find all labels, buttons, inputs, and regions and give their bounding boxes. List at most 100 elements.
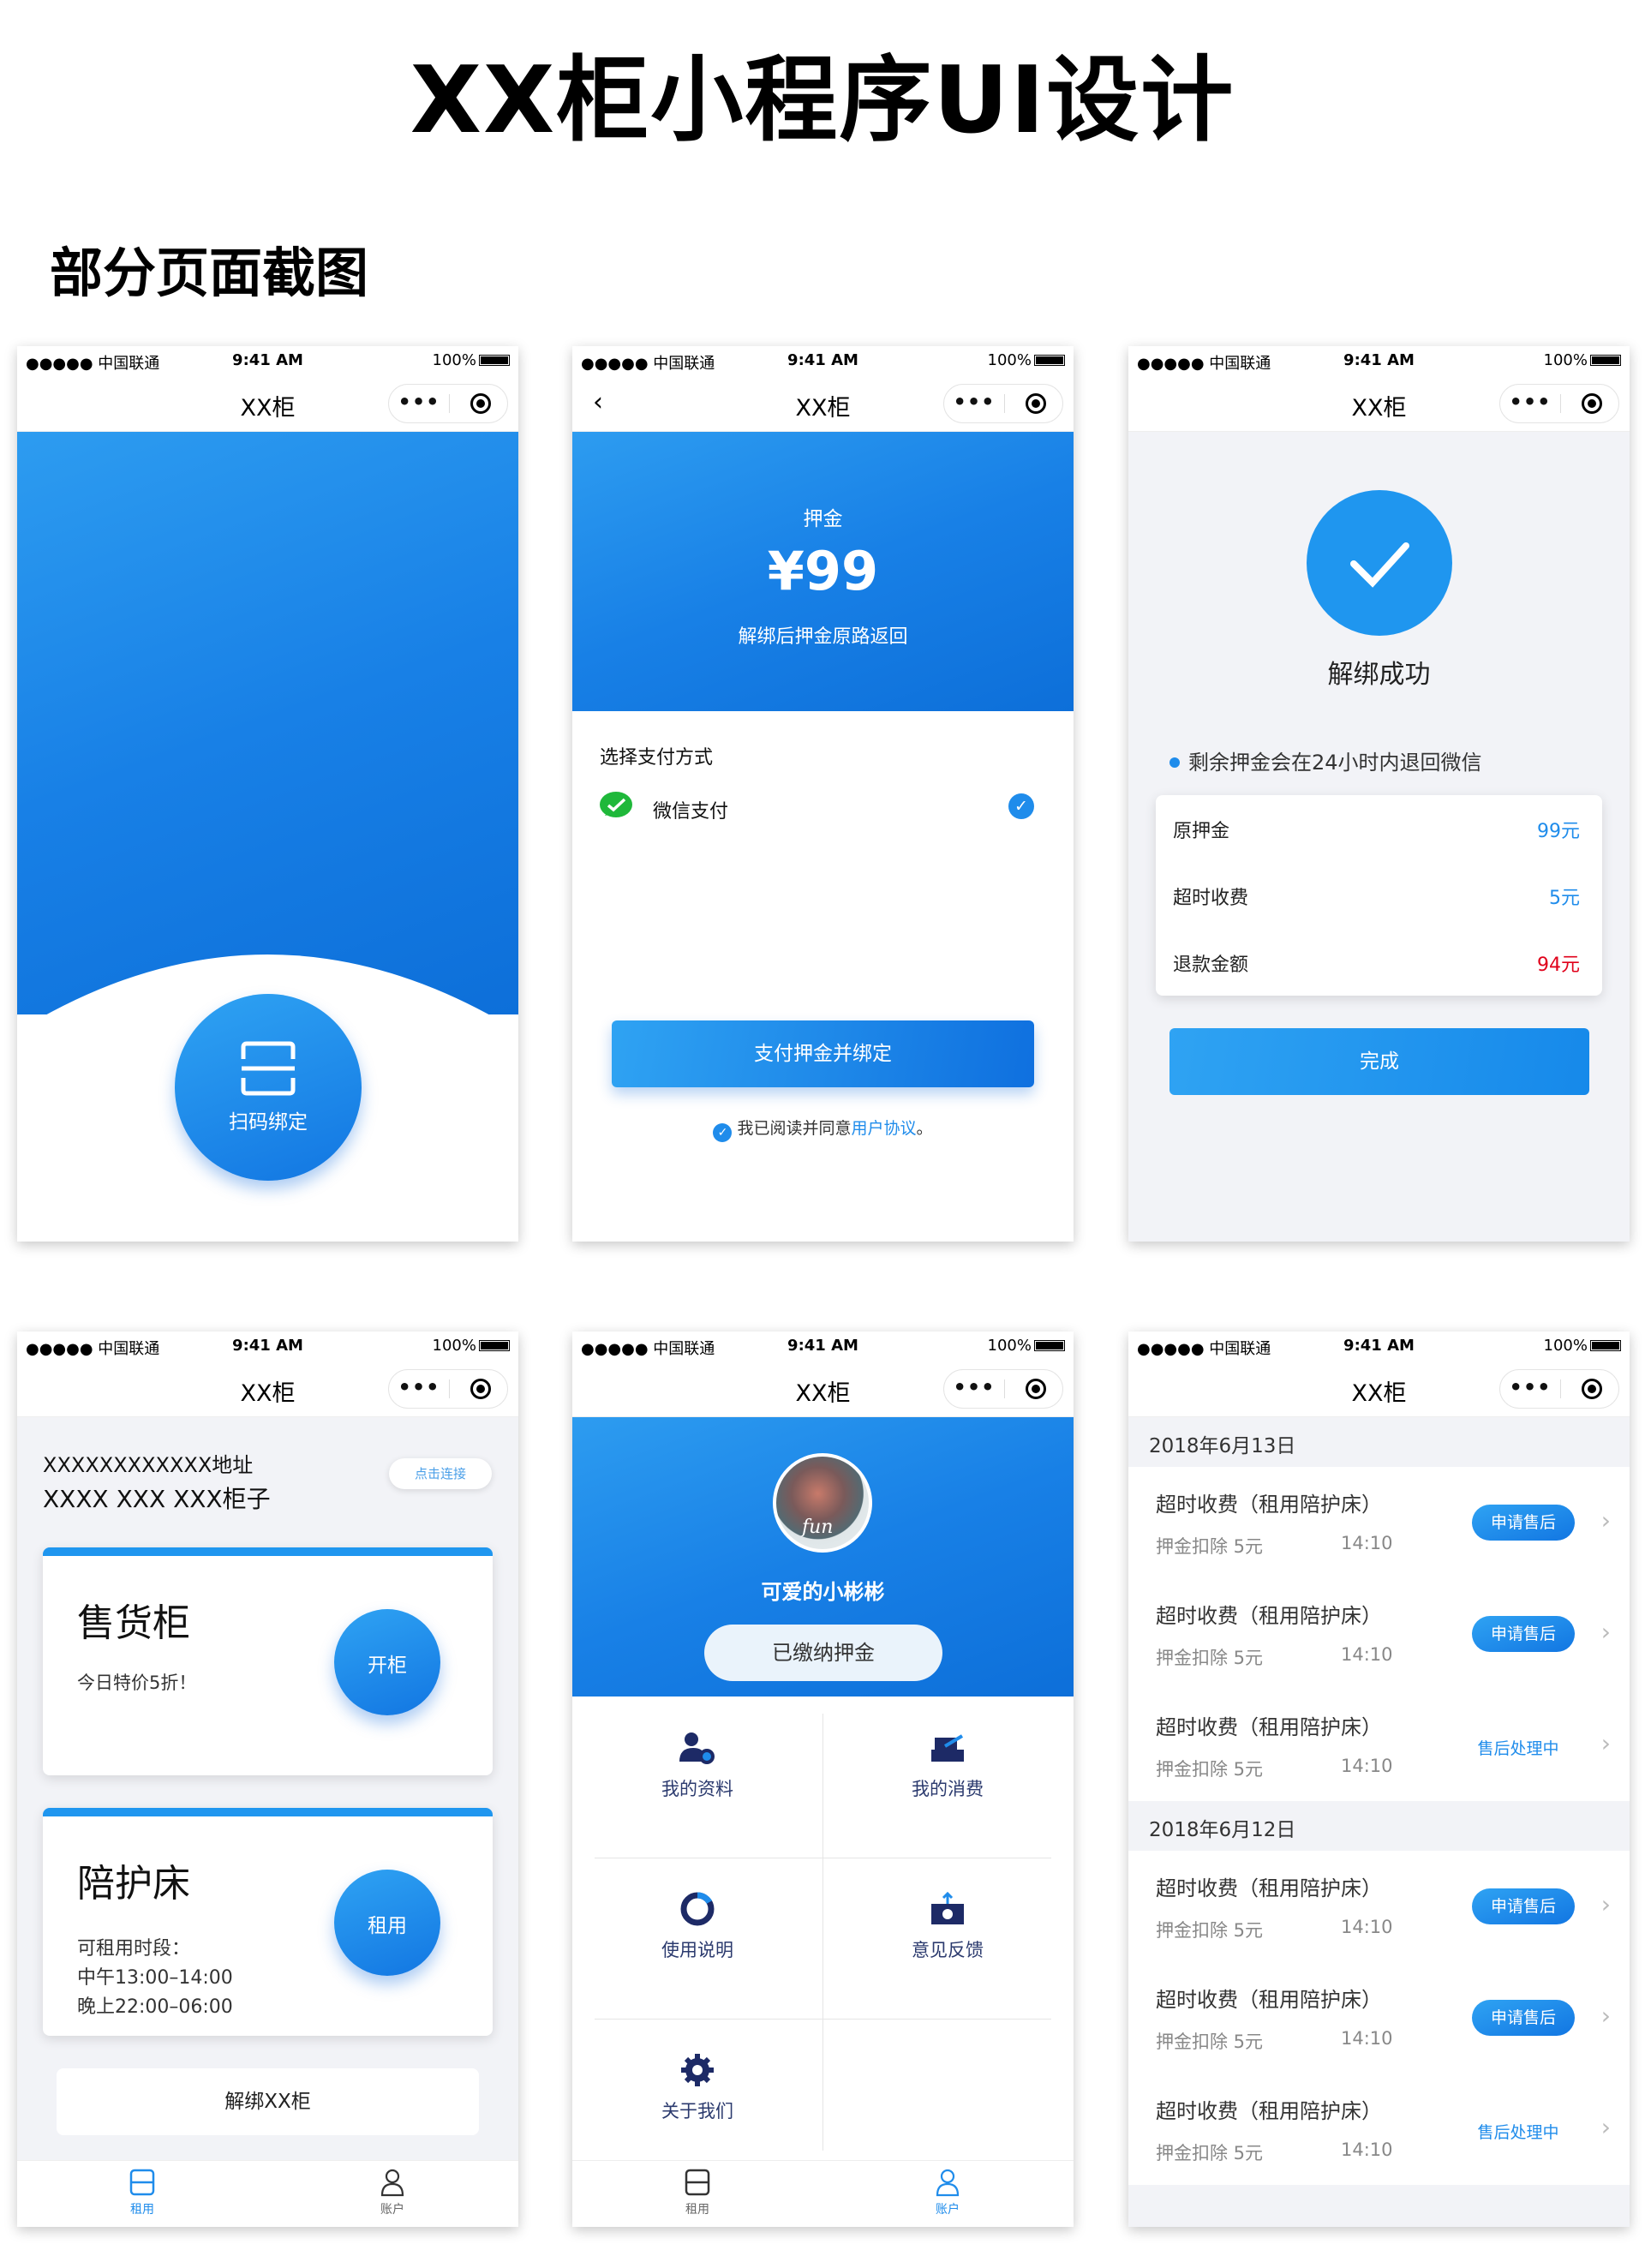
menu-feedback[interactable]: 意见反馈 [822, 1858, 1073, 2019]
address-line-1: XXXXXXXXXXXX地址 [43, 1453, 254, 1477]
note-dot [1169, 757, 1180, 768]
tab-rent[interactable]: 租用 [572, 2168, 822, 2217]
menu-about-us[interactable]: 关于我们 [572, 2019, 822, 2180]
screen-unbind-success: ●●●●● 中国联通 9:41 AM 100% XX柜 ••• 解绑成功 剩余押… [1128, 346, 1630, 1242]
agree-suffix: 。 [916, 1119, 933, 1138]
pay-method-title: 选择支付方式 [600, 747, 714, 769]
status-bar: ●●●●● 中国联通 9:41 AM 100% [572, 1331, 1074, 1361]
chevron-right-icon: › [1600, 2113, 1611, 2141]
more-menu-icon[interactable]: ••• [944, 1375, 1004, 1399]
hero-background [17, 432, 518, 1014]
more-menu-icon[interactable]: ••• [1500, 1375, 1560, 1399]
after-sales-button[interactable]: 申请售后 [1472, 1888, 1575, 1924]
after-sales-button[interactable]: 申请售后 [1472, 1616, 1575, 1652]
mini-program-capsule: ••• [1499, 384, 1619, 423]
menu-my-profile[interactable]: 我的资料 [572, 1697, 822, 1858]
menu-instructions[interactable]: 使用说明 [572, 1858, 822, 2019]
wechat-icon [600, 792, 632, 817]
battery-indicator: 100% [1544, 351, 1621, 369]
battery-icon [1590, 355, 1621, 366]
battery-indicator: 100% [433, 351, 510, 369]
nav-bar: XX柜 ••• [17, 375, 518, 432]
close-miniapp-icon[interactable] [1582, 393, 1602, 414]
wechat-pay-option[interactable]: 微信支付 ✓ [572, 783, 1074, 831]
order-row[interactable]: 超时收费（租用陪护床） 押金扣除 5元 14:10 售后处理中 › [1128, 1690, 1630, 1801]
feedback-icon [931, 1892, 964, 1924]
pay-and-bind-button[interactable]: 支付押金并绑定 [612, 1020, 1034, 1087]
order-deduction: 押金扣除 5元 [1156, 1920, 1264, 1941]
more-menu-icon[interactable]: ••• [944, 390, 1004, 414]
after-sales-button[interactable]: 申请售后 [1472, 2000, 1575, 2036]
tab-account[interactable]: 账户 [822, 2168, 1073, 2217]
menu-grid: 我的资料 我的消费 使用说明 意见反馈 关于我们 [572, 1697, 1074, 2151]
deposit-amount: ¥99 [767, 540, 879, 602]
close-miniapp-icon[interactable] [470, 1379, 491, 1399]
mini-program-capsule: ••• [388, 384, 508, 423]
more-menu-icon[interactable]: ••• [389, 1375, 449, 1399]
done-button[interactable]: 完成 [1169, 1028, 1589, 1095]
unbind-cabinet-button[interactable]: 解绑XX柜 [57, 2068, 479, 2135]
spending-icon [931, 1734, 964, 1762]
row-value: 99元 [1537, 821, 1580, 842]
scan-bind-label: 扫码绑定 [229, 1111, 308, 1134]
row-label: 原押金 [1173, 821, 1230, 842]
date-header: 2018年6月12日 [1128, 1801, 1630, 1851]
status-bar: ●●●●● 中国联通 9:41 AM 100% [572, 346, 1074, 375]
deposit-paid-badge[interactable]: 已缴纳押金 [704, 1625, 942, 1681]
refund-row: 超时收费 5元 [1156, 862, 1602, 929]
close-miniapp-icon[interactable] [470, 393, 491, 414]
order-row[interactable]: 超时收费（租用陪护床） 押金扣除 5元 14:10 申请售后 › [1128, 1578, 1630, 1690]
refund-row: 原押金 99元 [1156, 795, 1602, 862]
scan-bind-button[interactable]: 扫码绑定 [175, 994, 362, 1181]
order-time: 14:10 [1341, 1756, 1393, 1776]
rent-bed-button[interactable]: 租用 [334, 1870, 440, 1976]
tab-rent[interactable]: 租用 [17, 2168, 267, 2217]
menu-my-spending[interactable]: 我的消费 [822, 1697, 1073, 1858]
screen-cabinet-home: ●●●●● 中国联通 9:41 AM 100% XX柜 ••• XXXXXXXX… [17, 1331, 518, 2227]
order-title: 超时收费（租用陪护床） [1156, 1988, 1382, 2012]
chevron-right-icon: › [1600, 1618, 1611, 1646]
bed-line-3: 晚上22:00–06:00 [77, 1996, 233, 2018]
order-row[interactable]: 超时收费（租用陪护床） 押金扣除 5元 14:10 售后处理中 › [1128, 2074, 1630, 2185]
order-time: 14:10 [1341, 1533, 1393, 1553]
screen-account: ●●●●● 中国联通 9:41 AM 100% XX柜 ••• fun 可爱的小… [572, 1331, 1074, 2227]
order-deduction: 押金扣除 5元 [1156, 2143, 1264, 2163]
battery-icon [479, 1340, 510, 1351]
vending-desc: 今日特价5折！ [77, 1673, 197, 1693]
screen-pay-deposit: ●●●●● 中国联通 9:41 AM 100% ‹ XX柜 ••• 押金 ¥99… [572, 346, 1074, 1242]
order-row[interactable]: 超时收费（租用陪护床） 押金扣除 5元 14:10 申请售后 › [1128, 1962, 1630, 2074]
agree-checkbox-icon[interactable]: ✓ [713, 1123, 733, 1142]
order-time: 14:10 [1341, 2028, 1393, 2049]
close-miniapp-icon[interactable] [1026, 393, 1046, 414]
chevron-right-icon: › [1600, 1890, 1611, 1918]
chevron-right-icon: › [1600, 2002, 1611, 2030]
close-miniapp-icon[interactable] [1582, 1379, 1602, 1399]
order-row[interactable]: 超时收费（租用陪护床） 押金扣除 5元 14:10 申请售后 › [1128, 1467, 1630, 1578]
deposit-note: 解绑后押金原路返回 [738, 626, 908, 648]
status-bar: ●●●●● 中国联通 9:41 AM 100% [17, 346, 518, 375]
account-tab-icon [936, 2169, 960, 2197]
order-deduction: 押金扣除 5元 [1156, 2032, 1264, 2052]
nav-bar: XX柜 ••• [572, 1361, 1074, 1417]
avatar[interactable]: fun [773, 1453, 872, 1553]
tab-account[interactable]: 账户 [267, 2168, 517, 2217]
after-sales-status: 售后处理中 [1477, 2123, 1559, 2142]
order-time: 14:10 [1341, 1917, 1393, 1937]
order-time: 14:10 [1341, 2139, 1393, 2160]
success-text: 解绑成功 [1327, 660, 1431, 690]
username: 可爱的小彬彬 [761, 1580, 885, 1604]
profile-icon [679, 1732, 715, 1764]
user-agreement-link[interactable]: 用户协议 [851, 1119, 916, 1138]
battery-indicator: 100% [433, 1337, 510, 1355]
after-sales-button[interactable]: 申请售后 [1472, 1505, 1575, 1541]
order-deduction: 押金扣除 5元 [1156, 1759, 1264, 1780]
close-miniapp-icon[interactable] [1026, 1379, 1046, 1399]
page-title: XX柜小程序UI设计 [410, 47, 1235, 154]
open-cabinet-button[interactable]: 开柜 [334, 1609, 440, 1715]
order-row[interactable]: 超时收费（租用陪护床） 押金扣除 5元 14:10 申请售后 › [1128, 1851, 1630, 1962]
more-menu-icon[interactable]: ••• [1500, 390, 1560, 414]
mini-program-capsule: ••• [943, 384, 1063, 423]
date-header: 2018年6月13日 [1128, 1417, 1630, 1467]
connect-button[interactable]: 点击连接 [389, 1458, 492, 1489]
more-menu-icon[interactable]: ••• [389, 390, 449, 414]
